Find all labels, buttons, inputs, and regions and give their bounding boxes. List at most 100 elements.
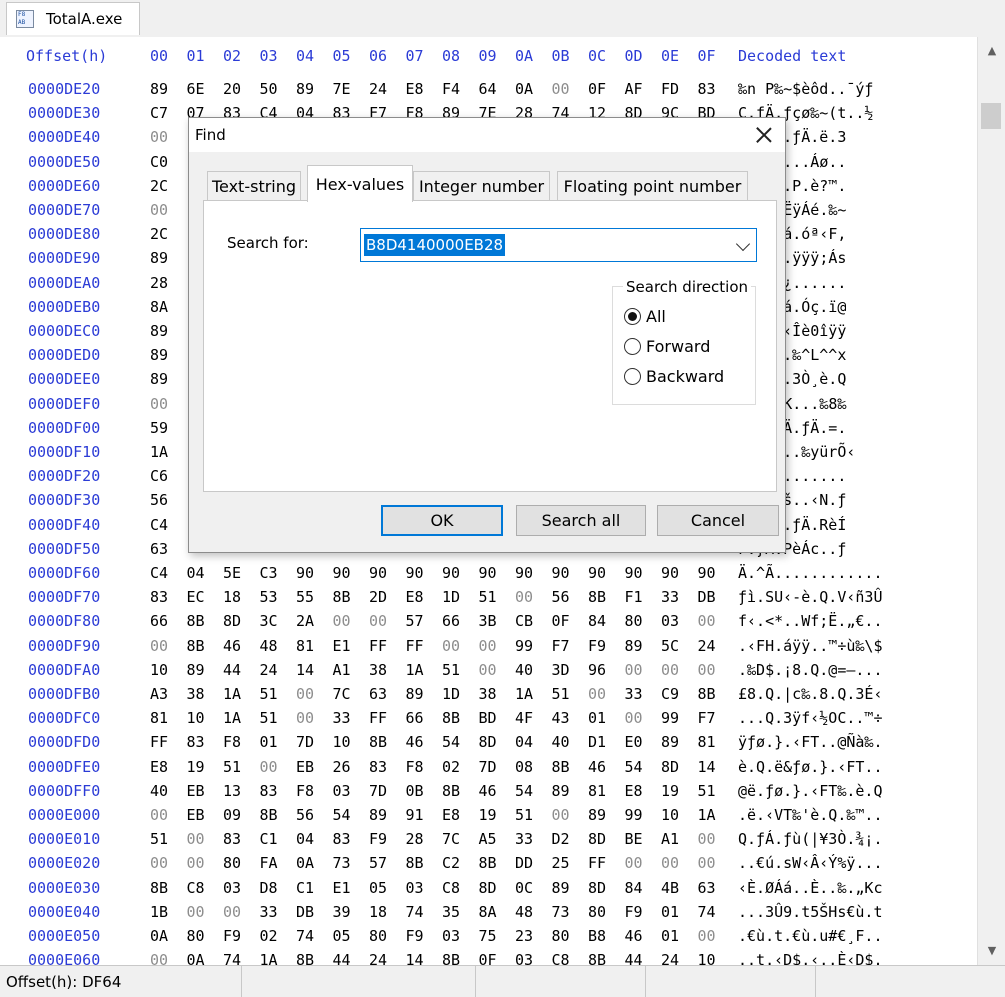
row-offset: 0000DFF0 [28,781,101,800]
search-all-button[interactable]: Search all [516,505,646,536]
hex-byte: 01 [259,733,278,752]
hex-row[interactable]: 0000DFA0 10 89 44 24 14 A1 38 1A 51 00 40 3D 96 00 00 00… [0,661,977,685]
hex-byte: 83 [223,830,242,849]
hex-byte: 00 [150,951,169,965]
hex-byte: F9 [588,636,607,655]
hex-byte: 8B [369,733,388,752]
hex-row[interactable]: 0000DF80 66 8B 8D 3C 2A 00 00 57 66 3B CB 0F 84 80 03 00… [0,612,977,636]
tab-text-string[interactable]: Text-string [207,171,301,201]
hex-byte: F7 [697,709,716,728]
row-offset: 0000DE40 [28,128,101,147]
hex-byte: 39 [332,902,351,921]
hex-byte: 03 [332,781,351,800]
radio-direction-all[interactable]: All [624,305,666,327]
hex-byte: 1A [405,660,424,679]
hex-byte: 00 [296,709,315,728]
hex-row[interactable]: 0000E010 51 00 83 C1 04 83 F9 28 7C A5 33 D2 8D BE A1 00… [0,830,977,854]
vertical-scrollbar[interactable]: ▲ ▼ [977,37,1005,965]
chevron-down-icon[interactable] [735,236,751,252]
hex-byte: 51 [515,806,534,824]
decoded-text: è.Q.ë&ƒø.}.‹FT.. [738,757,883,776]
hex-row[interactable]: 0000DF90 00 8B 46 48 81 E1 FF FF 00 00 99 F7 F9 89 5C 24… [0,637,977,661]
hex-byte: 10 [661,806,680,824]
row-offset: 0000DE80 [28,225,101,244]
scrollbar-thumb[interactable] [981,103,1001,129]
hex-byte: 56 [296,806,315,824]
hex-byte: 89 [551,781,570,800]
hex-row[interactable]: 0000DFB0 A3 38 1A 51 00 7C 63 89 1D 38 1A 51 00 33 C9 8B… [0,685,977,709]
hex-byte: E8 [405,588,424,607]
scroll-up-arrow-icon[interactable]: ▲ [978,39,1005,61]
hex-byte: 84 [588,612,607,631]
hex-byte: 44 [624,951,643,965]
hex-byte: F9 [624,902,643,921]
hex-byte: 2A [296,612,315,631]
hex-row[interactable]: 0000E050 0A 80 F9 02 74 05 80 F9 03 75 23 80 B8 46 01 00… [0,927,977,951]
hex-byte: C1 [296,878,315,897]
hex-byte: 90 [369,564,388,582]
scroll-down-arrow-icon[interactable]: ▼ [978,939,1005,961]
hex-row[interactable]: 0000DFC0 81 10 1A 51 00 33 FF 66 8B BD 4F 43 01 00 99 F7… [0,709,977,733]
hex-row[interactable]: 0000DE20 89 6E 20 50 89 7E 24 E8 F4 64 0A 00 0F AF FD 83… [0,80,977,104]
hex-byte: 02 [259,927,278,945]
status-segment-2 [242,966,476,997]
hex-byte: 24 [369,80,388,98]
hex-row[interactable]: 0000E040 1B 00 00 33 DB 39 18 74 35 8A 48 73 80 F9 01 74… [0,903,977,927]
hex-byte: 1B [150,902,169,921]
row-offset: 0000E030 [28,878,101,897]
hex-byte: 74 [405,902,424,921]
hex-row[interactable]: 0000E060 00 0A 74 1A 8B 44 24 14 8B 0F 03 C8 8B 44 24 10… [0,951,977,965]
hex-byte: 00 [223,902,242,921]
hex-byte: 90 [551,564,570,582]
radio-direction-forward[interactable]: Forward [624,335,710,357]
hex-byte: 8A [478,902,497,921]
hex-row[interactable]: 0000DFE0 E8 19 51 00 EB 26 83 F8 02 7D 08 8B 46 54 8D 14… [0,758,977,782]
hex-byte: 00 [150,201,169,219]
hex-row[interactable]: 0000DFF0 40 EB 13 83 F8 03 7D 0B 8B 46 54 89 81 E8 19 51… [0,782,977,806]
hex-byte: 8A [150,297,169,316]
hex-byte: F7 [551,636,570,655]
hex-byte: 59 [150,418,169,437]
hex-byte: 66 [150,612,169,631]
byte-column-header: 08 [442,47,461,65]
hex-byte: 91 [405,806,424,824]
radio-forward-button[interactable] [624,337,641,355]
cancel-button[interactable]: Cancel [657,505,779,536]
hex-byte: 90 [515,564,534,582]
hex-row[interactable]: 0000E020 00 00 80 FA 0A 73 57 8B C2 8B DD 25 FF 00 00 00… [0,854,977,878]
hex-byte: 89 [150,370,169,389]
dialog-titlebar[interactable]: Find [189,118,785,152]
decoded-text: ..t.‹D$.‹..È‹D$. [738,951,883,965]
hex-byte: 03 [223,878,242,897]
row-offset: 0000E010 [28,830,101,849]
file-tab[interactable]: TotalA.exe [6,2,140,35]
radio-direction-backward[interactable]: Backward [624,365,724,387]
hex-row[interactable]: 0000DF60 C4 04 5E C3 90 90 90 90 90 90 90 90 90 90 90 90… [0,564,977,588]
hex-byte: 89 [186,660,205,679]
hex-byte: 90 [332,564,351,582]
hex-row[interactable]: 0000DFD0 FF 83 F8 01 7D 10 8B 46 54 8D 04 40 D1 E0 89 81… [0,733,977,757]
radio-backward-button[interactable] [624,367,641,385]
tab-floating-point-number[interactable]: Floating point number [557,171,748,201]
hex-byte: FF [369,709,388,728]
hex-byte: 00 [150,128,169,147]
hex-byte: 83 [369,757,388,776]
hex-byte: FA [259,854,278,873]
hex-row[interactable]: 0000E000 00 EB 09 8B 56 54 89 91 E8 19 51 00 89 99 10 1A… [0,806,977,830]
decoded-text: Q.ƒÁ.ƒù(|¥3Ò.¾¡. [738,830,883,849]
hex-row[interactable]: 0000DF70 83 EC 18 53 55 8B 2D E8 1D 51 00 56 8B F1 33 DB… [0,588,977,612]
tab-integer-number[interactable]: Integer number [413,171,550,201]
hex-byte: 09 [223,806,242,824]
hex-byte: 23 [515,927,534,945]
hex-byte: 8B [296,951,315,965]
hex-byte: 00 [624,709,643,728]
radio-all-button[interactable] [624,307,641,325]
hex-row[interactable]: 0000E030 8B C8 03 D8 C1 E1 05 03 C8 8D 0C 89 8D 84 4B 63… [0,879,977,903]
search-for-combobox[interactable]: B8D4140000EB28 [360,228,757,262]
hex-byte: 8B [442,951,461,965]
hex-byte: 00 [259,757,278,776]
hex-byte: 40 [515,660,534,679]
tab-hex-values[interactable]: Hex-values [307,165,413,202]
close-icon[interactable] [753,124,775,146]
ok-button[interactable]: OK [381,505,503,536]
